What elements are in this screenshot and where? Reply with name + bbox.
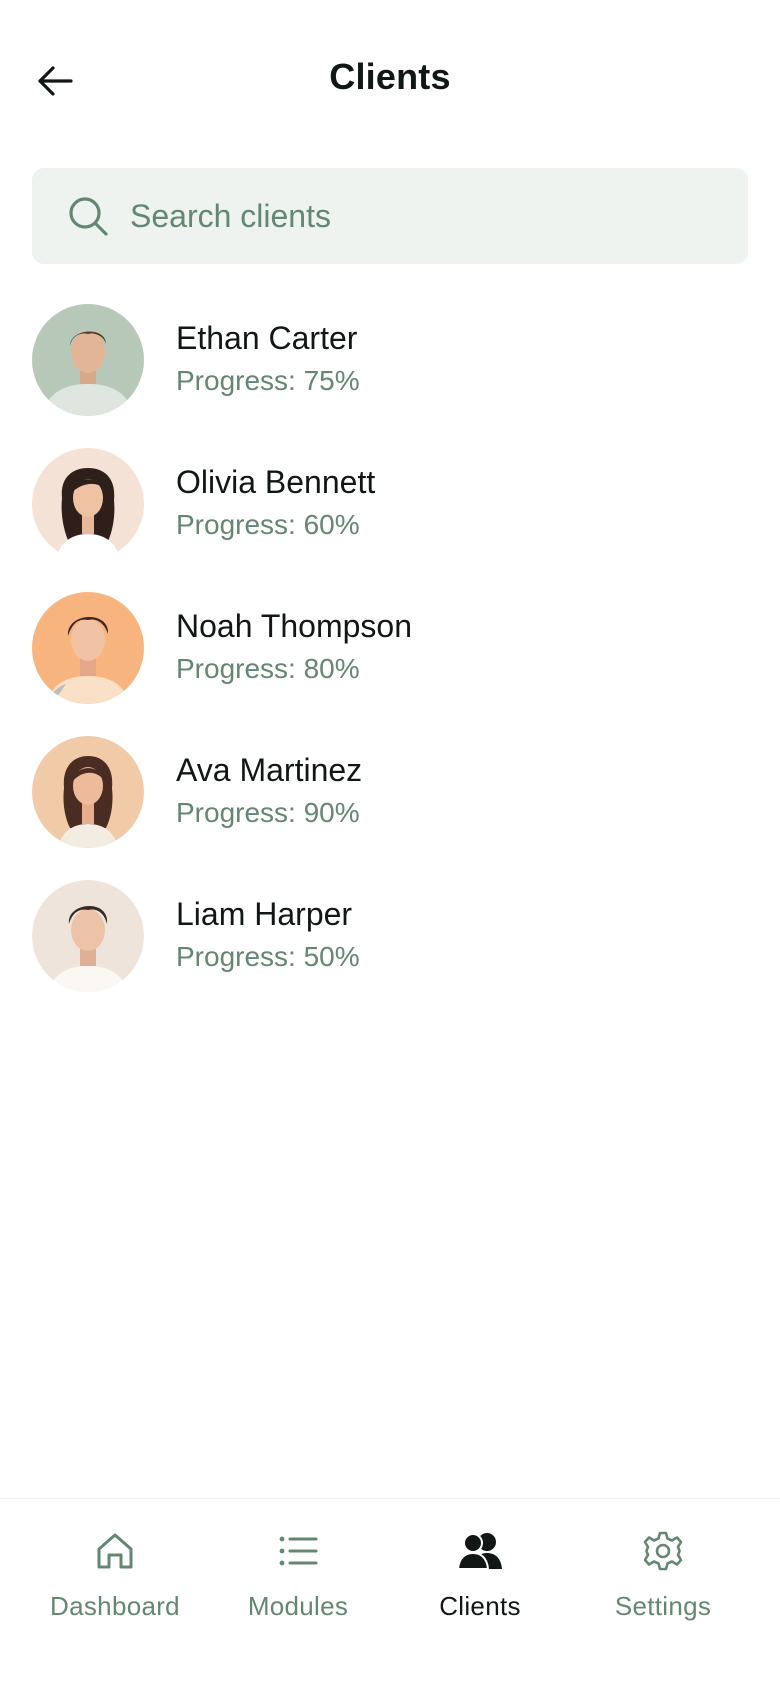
search-icon (66, 194, 110, 238)
nav-clients[interactable]: Clients (390, 1525, 570, 1635)
client-progress: Progress: 90% (176, 797, 360, 828)
app-header: Clients (0, 0, 780, 160)
client-info: Ava Martinez Progress: 90% (176, 736, 362, 832)
nav-settings[interactable]: Settings (573, 1525, 753, 1635)
client-row[interactable]: Olivia Bennett Progress: 60% (32, 448, 748, 592)
page-title: Clients (329, 56, 451, 97)
client-row[interactable]: Ethan Carter Progress: 75% (32, 304, 748, 448)
home-icon (95, 1525, 135, 1577)
list-icon (278, 1525, 318, 1577)
users-icon (456, 1525, 504, 1577)
avatar (32, 592, 144, 704)
nav-label: Settings (614, 1591, 712, 1621)
client-row[interactable]: Liam Harper Progress: 50% (32, 880, 748, 1024)
client-name: Noah Thompson (176, 608, 412, 644)
search-bar[interactable] (32, 168, 748, 264)
client-progress: Progress: 60% (176, 509, 360, 540)
gear-icon (642, 1525, 684, 1577)
nav-modules[interactable]: Modules (208, 1525, 388, 1635)
client-name: Ethan Carter (176, 320, 358, 356)
client-row[interactable]: Ava Martinez Progress: 90% (32, 736, 748, 880)
client-progress: Progress: 80% (176, 653, 360, 684)
avatar (32, 880, 144, 992)
nav-label: Modules (247, 1591, 349, 1621)
client-progress: Progress: 75% (176, 365, 360, 396)
client-name: Olivia Bennett (176, 464, 376, 500)
nav-label: Dashboard (50, 1591, 180, 1621)
client-row[interactable]: Noah Thompson Progress: 80% (32, 592, 748, 736)
client-info: Liam Harper Progress: 50% (176, 880, 360, 976)
avatar (32, 448, 144, 560)
client-name: Ava Martinez (176, 752, 363, 788)
nav-dashboard[interactable]: Dashboard (25, 1525, 205, 1635)
client-info: Noah Thompson Progress: 80% (176, 592, 412, 688)
avatar (32, 304, 144, 416)
client-progress: Progress: 50% (176, 941, 360, 972)
bottom-navigation: Dashboard Modules Clients Settings (0, 1498, 780, 1688)
client-info: Ethan Carter Progress: 75% (176, 304, 360, 400)
search-input[interactable] (130, 197, 690, 235)
client-info: Olivia Bennett Progress: 60% (176, 448, 375, 544)
client-list: Ethan Carter Progress: 75% Olivia Bennet… (32, 304, 748, 1024)
nav-label: Clients (439, 1591, 521, 1621)
avatar (32, 736, 144, 848)
client-name: Liam Harper (176, 896, 353, 932)
